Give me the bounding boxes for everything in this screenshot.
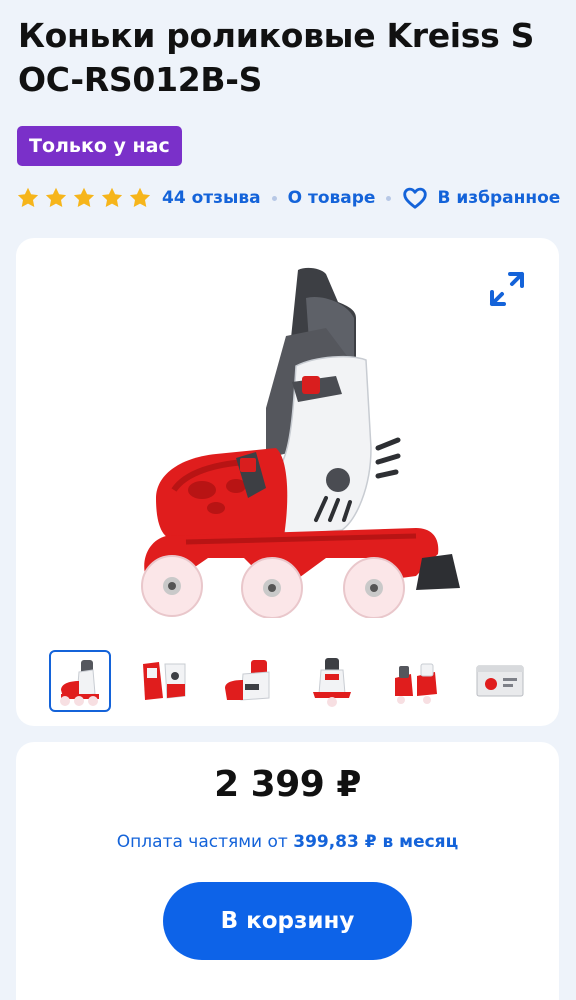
star-icon xyxy=(45,187,67,207)
product-gallery xyxy=(16,238,559,726)
installment-prefix: Оплата частями от xyxy=(116,832,294,852)
thumb-skate-pair[interactable] xyxy=(385,650,447,712)
expand-icon xyxy=(490,272,524,306)
thumb-skate-side[interactable] xyxy=(49,650,111,712)
skate-thumbnail-icon xyxy=(60,660,99,706)
reviews-link[interactable]: 44 отзыва xyxy=(162,188,261,208)
heart-icon xyxy=(403,187,428,209)
add-to-favorites-button[interactable]: В избранное xyxy=(402,185,560,211)
expand-gallery-button[interactable] xyxy=(486,268,528,310)
thumb-skate-back[interactable] xyxy=(301,650,363,712)
skate-thumbnail-icon xyxy=(313,658,351,707)
thumb-skate-box[interactable] xyxy=(469,650,531,712)
star-icon xyxy=(129,187,151,207)
product-meta-row: 44 отзыва О товаре В избранное xyxy=(16,182,564,214)
separator-dot xyxy=(271,195,277,201)
favorites-label: В избранное xyxy=(437,188,561,208)
inline-skate-image[interactable] xyxy=(116,258,476,618)
about-product-link[interactable]: О товаре xyxy=(288,188,376,208)
exclusive-badge: Только у нас xyxy=(17,126,182,166)
installment-amount: 399,83 ₽ в месяц xyxy=(293,832,459,852)
thumbnail-strip xyxy=(49,650,531,712)
separator-dot xyxy=(386,195,392,201)
product-price: 2 399 ₽ xyxy=(214,764,361,805)
box-thumbnail-icon xyxy=(476,665,524,697)
thumb-skate-detail[interactable] xyxy=(217,650,279,712)
star-icon xyxy=(73,187,95,207)
star-icon xyxy=(101,187,123,207)
add-to-cart-button[interactable]: В корзину xyxy=(163,882,412,960)
product-page: Коньки роликовые Kreiss S OC-RS012B-S То… xyxy=(0,0,576,1000)
star-icon xyxy=(17,187,39,207)
skate-thumbnail-icon xyxy=(225,660,270,701)
product-title: Коньки роликовые Kreiss S OC-RS012B-S xyxy=(18,16,535,99)
purchase-card: 2 399 ₽ Оплата частями от 399,83 ₽ в мес… xyxy=(16,742,559,1000)
skate-thumbnail-icon xyxy=(395,663,437,704)
thumb-skate-front[interactable] xyxy=(133,650,195,712)
skate-thumbnail-icon xyxy=(143,662,186,700)
installment-offer[interactable]: Оплата частями от 399,83 ₽ в месяц xyxy=(16,832,559,852)
rating-stars[interactable] xyxy=(16,186,152,210)
